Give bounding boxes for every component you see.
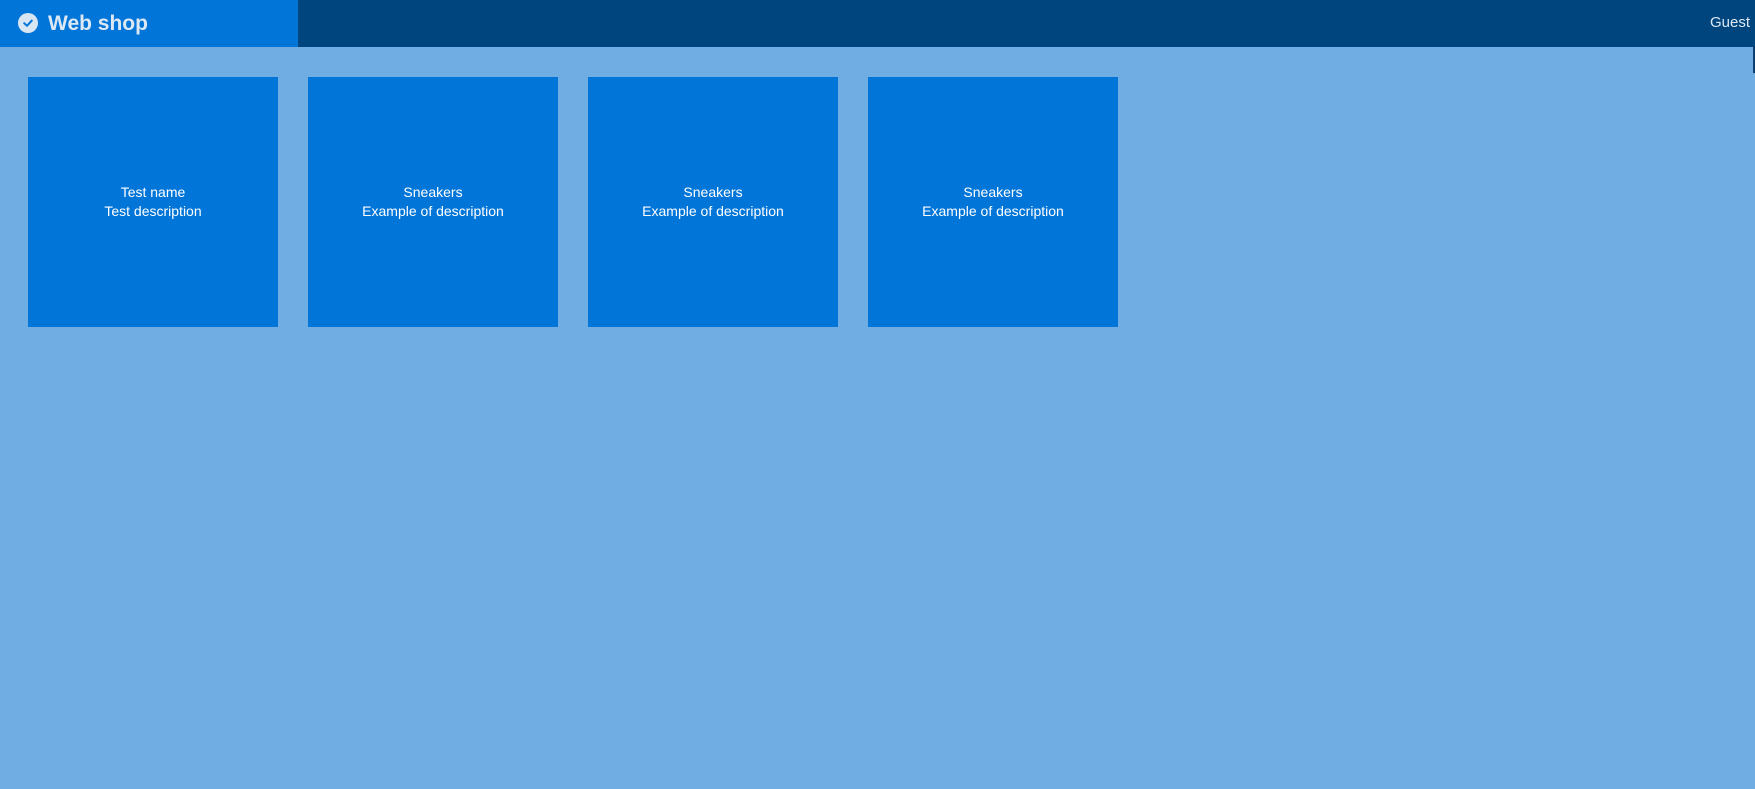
- product-name: Sneakers: [403, 184, 463, 200]
- product-grid: Test name Test description Sneakers Exam…: [28, 77, 1118, 327]
- top-bar: Web shop Guest: [0, 0, 1755, 47]
- check-circle-icon: [18, 13, 38, 33]
- product-description: Test description: [104, 203, 202, 219]
- product-card[interactable]: Test name Test description: [28, 77, 278, 327]
- product-description: Example of description: [642, 203, 784, 219]
- product-card[interactable]: Sneakers Example of description: [588, 77, 838, 327]
- product-card[interactable]: Sneakers Example of description: [308, 77, 558, 327]
- app-title: Web shop: [48, 12, 148, 35]
- product-name: Sneakers: [963, 184, 1023, 200]
- user-menu[interactable]: Guest: [1710, 13, 1750, 33]
- brand-link[interactable]: Web shop: [0, 0, 298, 47]
- product-name: Test name: [120, 184, 186, 200]
- product-name: Sneakers: [683, 184, 743, 200]
- product-description: Example of description: [922, 203, 1064, 219]
- product-card[interactable]: Sneakers Example of description: [868, 77, 1118, 327]
- product-description: Example of description: [362, 203, 504, 219]
